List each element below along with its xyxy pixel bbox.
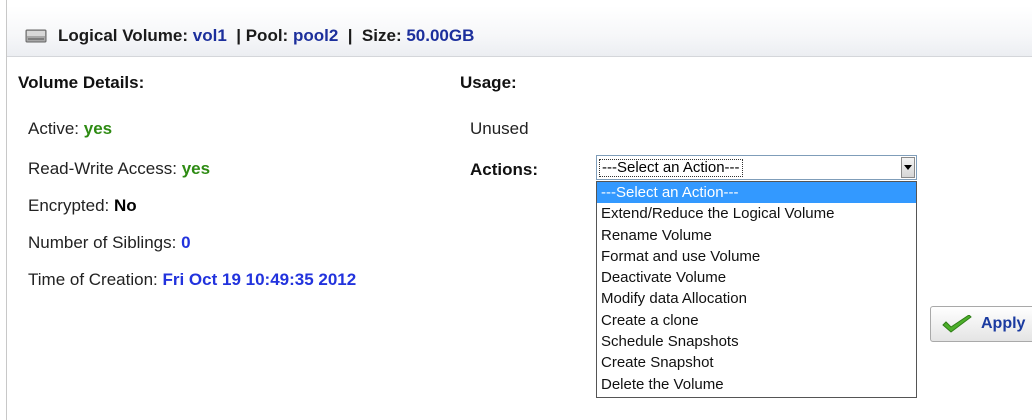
- encrypted-value: No: [114, 196, 137, 215]
- dropdown-arrow-button[interactable]: [901, 157, 915, 178]
- dropdown-option[interactable]: Schedule Snapshots: [597, 331, 916, 352]
- active-label: Active:: [28, 119, 84, 138]
- siblings-label: Number of Siblings:: [28, 233, 182, 252]
- detail-read-write: Read-Write Access: yes: [28, 159, 210, 179]
- action-dropdown-list: ---Select an Action--- Extend/Reduce the …: [596, 181, 917, 398]
- size-label: | Size:: [338, 26, 407, 45]
- lv-label: Logical Volume:: [58, 26, 193, 45]
- action-select[interactable]: ---Select an Action---: [596, 155, 917, 180]
- dropdown-option[interactable]: ---Select an Action---: [597, 182, 916, 204]
- header-title: Logical Volume: vol1 | Pool: pool2 | Siz…: [58, 26, 474, 46]
- dropdown-option[interactable]: Create a clone: [597, 310, 916, 331]
- hard-drive-icon: [25, 29, 47, 43]
- dropdown-option[interactable]: Rename Volume: [597, 225, 916, 246]
- active-value: yes: [83, 119, 113, 138]
- chevron-down-icon: [904, 165, 912, 170]
- dropdown-option[interactable]: Delete the Volume: [597, 374, 916, 395]
- action-select-value: ---Select an Action---: [599, 159, 743, 177]
- actions-label: Actions:: [470, 160, 538, 179]
- apply-button[interactable]: Apply: [930, 306, 1032, 342]
- usage-title: Usage:: [460, 73, 517, 92]
- rw-value: yes: [181, 159, 211, 178]
- dropdown-option[interactable]: Create Snapshot: [597, 352, 916, 373]
- checkmark-icon: [942, 315, 972, 333]
- volume-details-title: Volume Details:: [18, 73, 145, 92]
- rw-label: Read-Write Access:: [28, 159, 182, 178]
- dropdown-option[interactable]: Extend/Reduce the Logical Volume: [597, 203, 916, 224]
- detail-siblings: Number of Siblings: 0: [28, 233, 191, 253]
- pool-label: | Pool:: [226, 26, 293, 45]
- dropdown-option[interactable]: Deactivate Volume: [597, 267, 916, 288]
- dropdown-option[interactable]: Modify data Allocation: [597, 288, 916, 309]
- dropdown-option[interactable]: Format and use Volume: [597, 246, 916, 267]
- detail-encrypted: Encrypted: No: [28, 196, 137, 216]
- detail-active: Active: yes: [28, 119, 112, 139]
- volume-header: Logical Volume: vol1 | Pool: pool2 | Siz…: [7, 6, 1032, 57]
- pool-value: pool2: [292, 26, 339, 45]
- usage-value: Unused: [470, 119, 529, 138]
- apply-label: Apply: [981, 315, 1026, 332]
- detail-creation-time: Time of Creation: Fri Oct 19 10:49:35 20…: [28, 270, 356, 290]
- creation-label: Time of Creation:: [28, 270, 163, 289]
- size-value: 50.00GB: [406, 26, 475, 45]
- encrypted-label: Encrypted:: [28, 196, 114, 215]
- siblings-value: 0: [181, 233, 191, 252]
- lv-value: vol1: [192, 26, 227, 45]
- creation-value: Fri Oct 19 10:49:35 2012: [162, 270, 357, 289]
